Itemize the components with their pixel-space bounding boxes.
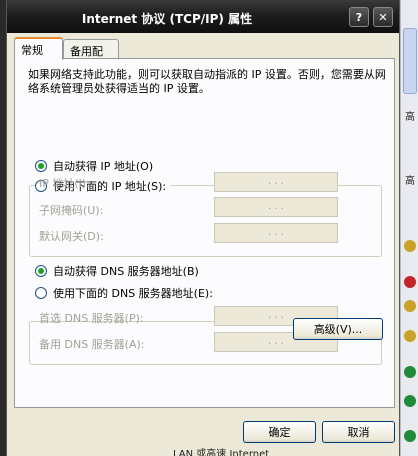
default-gateway-value: . . . xyxy=(268,227,284,238)
ip-address-value: . . . xyxy=(268,176,284,187)
radio-label: 使用下面的 DNS 服务器地址(E): xyxy=(53,287,213,300)
title-bar[interactable]: Internet 协议 (TCP/IP) 属性 ? ✕ xyxy=(7,0,399,33)
radio-label: 自动获得 IP 地址(O) xyxy=(53,160,154,173)
background-glyph: 高 xyxy=(405,112,415,123)
ip-address-input[interactable]: . . . xyxy=(214,172,338,192)
background-glyph: 高 xyxy=(405,176,415,187)
default-gateway-input[interactable]: . . . xyxy=(214,223,338,243)
subnet-mask-label: 子网掩码(U): xyxy=(39,204,104,217)
subnet-mask-input[interactable]: . . . xyxy=(214,197,338,217)
subnet-mask-value: . . . xyxy=(268,201,284,212)
background-window: 高 高 xyxy=(400,0,418,456)
tab-general[interactable]: 常规 xyxy=(14,37,63,60)
globe-icon xyxy=(404,430,416,442)
lock-icon xyxy=(404,330,416,342)
globe-icon xyxy=(404,395,416,407)
close-icon: ✕ xyxy=(378,10,388,24)
ip-manual-group xyxy=(29,185,382,257)
help-button[interactable]: ? xyxy=(349,7,369,27)
ip-auto-radio[interactable]: 自动获得 IP 地址(O) xyxy=(35,158,153,174)
ip-address-label: IP 地址(I): xyxy=(39,177,90,190)
error-icon xyxy=(404,276,416,288)
lock-icon xyxy=(404,300,416,312)
ok-button[interactable]: 确定 xyxy=(243,421,316,443)
tab-alternate-configuration[interactable]: 备用配置 xyxy=(63,39,119,74)
advanced-button[interactable]: 高级(V)... xyxy=(293,318,383,340)
dns-auto-radio[interactable]: 自动获得 DNS 服务器地址(B) xyxy=(35,263,199,279)
cancel-button[interactable]: 取消 xyxy=(322,421,395,443)
radio-indicator[interactable] xyxy=(35,160,47,172)
tab-label: 常规 xyxy=(21,44,43,57)
background-text: LAN 或高速 Internet xyxy=(173,449,270,456)
radio-label: 自动获得 DNS 服务器地址(B) xyxy=(53,265,199,278)
default-gateway-label: 默认网关(D): xyxy=(39,230,104,243)
globe-icon xyxy=(404,366,416,378)
dns-manual-radio[interactable]: 使用下面的 DNS 服务器地址(E): xyxy=(35,285,217,301)
window-title: Internet 协议 (TCP/IP) 属性 xyxy=(81,12,253,26)
radio-indicator[interactable] xyxy=(35,265,47,277)
background-scrollbar[interactable] xyxy=(403,28,417,94)
help-icon: ? xyxy=(355,10,363,24)
description-text: 如果网络支持此功能，则可以获取自动指派的 IP 设置。否则，您需要从网络系统管理… xyxy=(28,68,386,95)
general-tab-page: 如果网络支持此功能，则可以获取自动指派的 IP 设置。否则，您需要从网络系统管理… xyxy=(14,58,395,408)
close-button[interactable]: ✕ xyxy=(373,7,393,27)
lock-icon xyxy=(404,240,416,252)
tcpip-properties-dialog: Internet 协议 (TCP/IP) 属性 ? ✕ 备用配置 常规 如果网络… xyxy=(6,0,400,456)
alternate-dns-label: 备用 DNS 服务器(A): xyxy=(39,338,145,351)
preferred-dns-label: 首选 DNS 服务器(P): xyxy=(39,312,144,325)
radio-indicator[interactable] xyxy=(35,287,47,299)
